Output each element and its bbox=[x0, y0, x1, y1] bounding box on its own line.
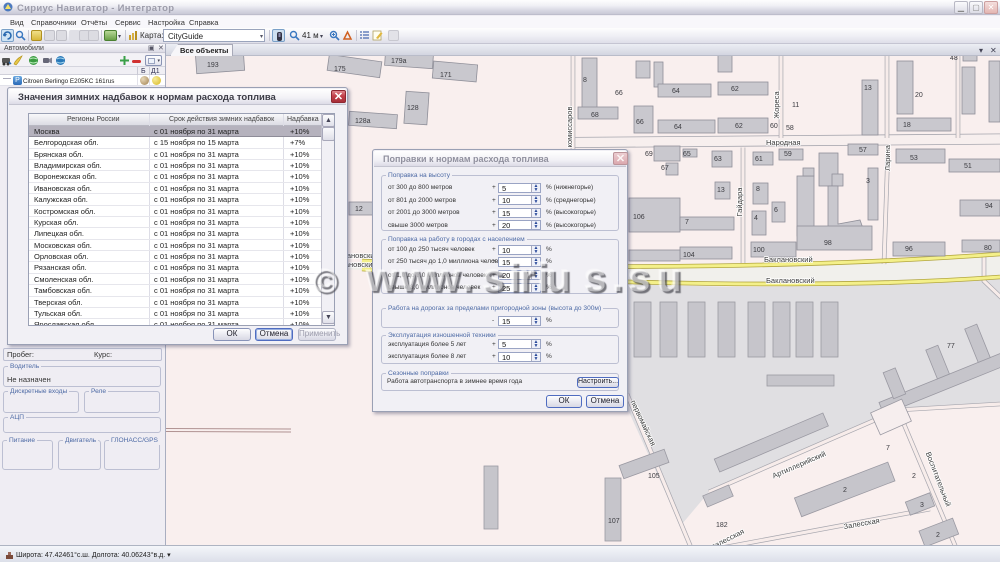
svg-text:6: 6 bbox=[774, 207, 778, 214]
svg-text:104: 104 bbox=[683, 252, 695, 259]
svg-text:193: 193 bbox=[207, 62, 219, 69]
svg-text:63: 63 bbox=[714, 156, 722, 163]
svg-text:8: 8 bbox=[583, 77, 587, 84]
svg-text:100: 100 bbox=[753, 247, 765, 254]
svg-text:7: 7 bbox=[685, 219, 689, 226]
svg-text:96: 96 bbox=[905, 246, 913, 253]
svg-text:179a: 179a bbox=[391, 58, 407, 65]
svg-text:77: 77 bbox=[947, 343, 955, 350]
svg-text:2: 2 bbox=[843, 487, 847, 494]
svg-text:4: 4 bbox=[754, 215, 758, 222]
svg-text:59: 59 bbox=[784, 151, 792, 158]
svg-text:Ларина: Ларина bbox=[883, 144, 892, 171]
svg-text:2: 2 bbox=[936, 532, 940, 539]
svg-text:3: 3 bbox=[920, 502, 924, 509]
svg-text:106: 106 bbox=[633, 214, 645, 221]
svg-text:128: 128 bbox=[407, 105, 419, 112]
svg-text:66: 66 bbox=[615, 90, 623, 97]
svg-text:98: 98 bbox=[824, 240, 832, 247]
svg-text:7: 7 bbox=[886, 445, 890, 452]
svg-text:65: 65 bbox=[683, 151, 691, 158]
svg-text:128a: 128a bbox=[355, 118, 371, 125]
svg-text:61: 61 bbox=[755, 156, 763, 163]
svg-text:51: 51 bbox=[964, 163, 972, 170]
svg-text:комиссаров: комиссаров bbox=[565, 107, 574, 148]
svg-text:2: 2 bbox=[912, 473, 916, 480]
svg-text:62: 62 bbox=[735, 123, 743, 130]
svg-text:66: 66 bbox=[636, 119, 644, 126]
svg-text:12: 12 bbox=[355, 206, 363, 213]
svg-text:13: 13 bbox=[864, 85, 872, 92]
svg-text:Баклановский: Баклановский bbox=[764, 255, 813, 264]
svg-text:182: 182 bbox=[716, 522, 728, 529]
svg-text:80: 80 bbox=[984, 245, 992, 252]
svg-text:67: 67 bbox=[661, 165, 669, 172]
svg-text:48: 48 bbox=[950, 56, 958, 62]
svg-text:Жореса: Жореса bbox=[772, 91, 781, 119]
svg-text:20: 20 bbox=[915, 92, 923, 99]
svg-text:58: 58 bbox=[786, 125, 794, 132]
svg-text:171: 171 bbox=[440, 72, 452, 79]
svg-text:105: 105 bbox=[648, 473, 660, 480]
svg-text:60: 60 bbox=[770, 123, 778, 130]
svg-text:13: 13 bbox=[717, 187, 725, 194]
svg-text:62: 62 bbox=[731, 86, 739, 93]
svg-text:64: 64 bbox=[672, 88, 680, 95]
svg-text:57: 57 bbox=[859, 147, 867, 154]
svg-text:69: 69 bbox=[645, 151, 653, 158]
svg-text:11: 11 bbox=[792, 102, 799, 109]
svg-text:Гайдара: Гайдара bbox=[735, 187, 744, 217]
svg-text:53: 53 bbox=[910, 155, 918, 162]
svg-text:3: 3 bbox=[866, 178, 870, 185]
svg-text:Баклановский: Баклановский bbox=[766, 276, 815, 285]
svg-text:Народная: Народная bbox=[766, 138, 801, 147]
svg-text:107: 107 bbox=[608, 518, 620, 525]
svg-text:18: 18 bbox=[903, 122, 911, 129]
svg-text:8: 8 bbox=[756, 186, 760, 193]
svg-text:68: 68 bbox=[591, 112, 599, 119]
svg-text:94: 94 bbox=[985, 203, 993, 210]
svg-text:175: 175 bbox=[334, 66, 346, 73]
svg-text:64: 64 bbox=[674, 124, 682, 131]
